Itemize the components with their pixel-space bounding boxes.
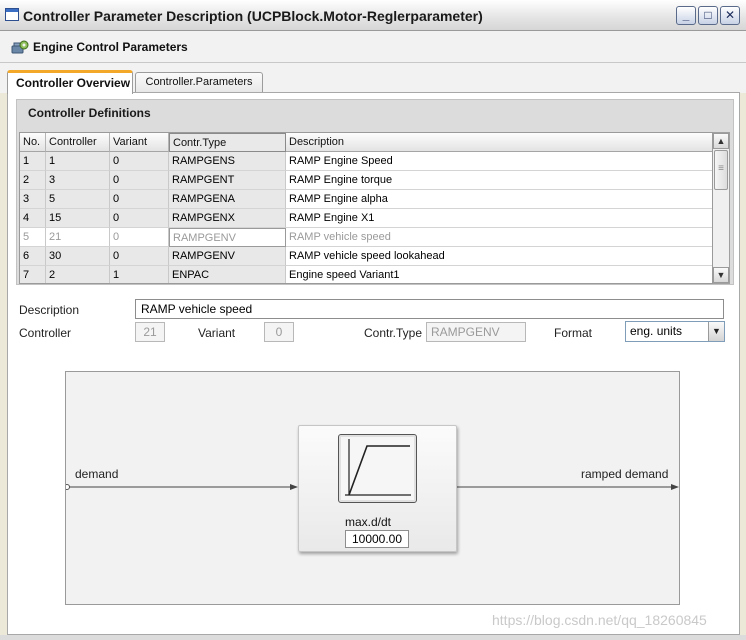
cell-variant: 0 — [110, 247, 169, 266]
table-row[interactable]: 6 30 0 RAMPGENV RAMP vehicle speed looka… — [20, 247, 712, 266]
input-port-icon — [66, 484, 70, 490]
contr-type-label: Contr.Type — [364, 326, 423, 340]
cell-no: 7 — [20, 266, 46, 283]
format-select-value: eng. units — [630, 324, 683, 338]
controller-label: Controller — [19, 326, 72, 340]
scroll-down-icon[interactable]: ▼ — [713, 267, 729, 283]
window-title: Controller Parameter Description (UCPBlo… — [23, 8, 483, 24]
engine-gear-icon — [11, 40, 29, 54]
cell-contr-type: RAMPGENT — [169, 171, 286, 190]
cell-controller: 3 — [46, 171, 110, 190]
cell-controller: 15 — [46, 209, 110, 228]
scroll-up-icon[interactable]: ▲ — [713, 133, 729, 149]
column-header-controller[interactable]: Controller — [46, 133, 110, 152]
description-label: Description — [19, 303, 80, 317]
format-label: Format — [554, 326, 593, 340]
close-button[interactable]: ✕ — [720, 6, 740, 25]
minimize-button[interactable]: _ — [676, 6, 696, 25]
variant-field[interactable]: 0 — [264, 322, 294, 342]
table-row[interactable]: 3 5 0 RAMPGENA RAMP Engine alpha — [20, 190, 712, 209]
cell-description: RAMP vehicle speed lookahead — [286, 247, 712, 266]
cell-no: 3 — [20, 190, 46, 209]
watermark: https://blog.csdn.net/qq_18260845 — [492, 612, 707, 628]
cell-description: RAMP Engine alpha — [286, 190, 712, 209]
output-signal-label: ramped demand — [581, 467, 669, 481]
cell-variant: 1 — [110, 266, 169, 283]
cell-no: 2 — [20, 171, 46, 190]
page-title: Engine Control Parameters — [33, 40, 188, 54]
header-bar: Engine Control Parameters — [0, 31, 746, 63]
table-row[interactable]: 1 1 0 RAMPGENS RAMP Engine Speed — [20, 152, 712, 171]
cell-contr-type: RAMPGENX — [169, 209, 286, 228]
cell-controller: 21 — [46, 228, 110, 247]
cell-variant: 0 — [110, 190, 169, 209]
table-header-row: No. Controller Variant Contr.Type Descri… — [20, 133, 712, 152]
cell-contr-type: ENPAC — [169, 266, 286, 283]
cell-contr-type: RAMPGENV — [169, 228, 286, 247]
cell-no: 4 — [20, 209, 46, 228]
ramp-block[interactable]: max.d/dt 10000.00 — [298, 425, 457, 552]
column-header-description[interactable]: Description — [286, 133, 712, 152]
table-row[interactable]: 7 2 1 ENPAC Engine speed Variant1 — [20, 266, 712, 283]
max-derivative-input[interactable]: 10000.00 — [345, 530, 409, 548]
variant-label: Variant — [198, 326, 236, 340]
cell-controller: 30 — [46, 247, 110, 266]
input-signal-label: demand — [75, 467, 119, 481]
cell-variant: 0 — [110, 152, 169, 171]
window-bottom-edge — [0, 635, 746, 640]
controller-definitions-section: Controller Definitions No. Controller Va… — [16, 99, 734, 285]
cell-contr-type: RAMPGENA — [169, 190, 286, 209]
description-field[interactable]: RAMP vehicle speed — [135, 299, 724, 319]
cell-no: 6 — [20, 247, 46, 266]
chevron-down-icon[interactable]: ▼ — [708, 322, 724, 341]
cell-description: RAMP Engine torque — [286, 171, 712, 190]
table-row-selected[interactable]: 5 21 0 RAMPGENV RAMP vehicle speed — [20, 228, 712, 247]
controller-table: No. Controller Variant Contr.Type Descri… — [19, 132, 713, 284]
cell-controller: 2 — [46, 266, 110, 283]
cell-description: RAMP Engine X1 — [286, 209, 712, 228]
format-select[interactable]: eng. units ▼ — [625, 321, 725, 342]
cell-variant: 0 — [110, 209, 169, 228]
cell-controller: 1 — [46, 152, 110, 171]
tab-controller-parameters[interactable]: Controller.Parameters — [135, 72, 263, 93]
input-arrow-icon — [290, 484, 298, 490]
scroll-thumb[interactable]: ≡ — [714, 150, 728, 190]
cell-controller: 5 — [46, 190, 110, 209]
signal-diagram: demand ramped demand max.d/dt 10000.00 — [65, 371, 680, 605]
window-titlebar: Controller Parameter Description (UCPBlo… — [0, 0, 746, 31]
cell-contr-type: RAMPGENV — [169, 247, 286, 266]
column-header-variant[interactable]: Variant — [110, 133, 169, 152]
cell-variant: 0 — [110, 228, 169, 247]
cell-no: 1 — [20, 152, 46, 171]
section-title: Controller Definitions — [28, 106, 151, 120]
table-row[interactable]: 2 3 0 RAMPGENT RAMP Engine torque — [20, 171, 712, 190]
column-header-contr-type[interactable]: Contr.Type — [169, 133, 286, 152]
maximize-button[interactable]: □ — [698, 6, 718, 25]
cell-description: RAMP Engine Speed — [286, 152, 712, 171]
window-icon — [5, 8, 19, 21]
tab-panel: Controller Definitions No. Controller Va… — [7, 92, 740, 635]
cell-contr-type: RAMPGENS — [169, 152, 286, 171]
output-arrow-icon — [671, 484, 679, 490]
table-scrollbar[interactable]: ▲ ≡ ▼ — [713, 132, 730, 284]
ramp-function-icon — [338, 434, 417, 503]
cell-variant: 0 — [110, 171, 169, 190]
tab-bar: Controller Overview Controller.Parameter… — [0, 63, 746, 94]
block-param-label: max.d/dt — [345, 515, 392, 529]
contr-type-field[interactable]: RAMPGENV — [426, 322, 526, 342]
table-row[interactable]: 4 15 0 RAMPGENX RAMP Engine X1 — [20, 209, 712, 228]
column-header-no[interactable]: No. — [20, 133, 46, 152]
tab-controller-overview[interactable]: Controller Overview — [7, 70, 133, 94]
cell-description: RAMP vehicle speed — [286, 228, 712, 247]
cell-no: 5 — [20, 228, 46, 247]
cell-description: Engine speed Variant1 — [286, 266, 712, 283]
controller-field[interactable]: 21 — [135, 322, 165, 342]
